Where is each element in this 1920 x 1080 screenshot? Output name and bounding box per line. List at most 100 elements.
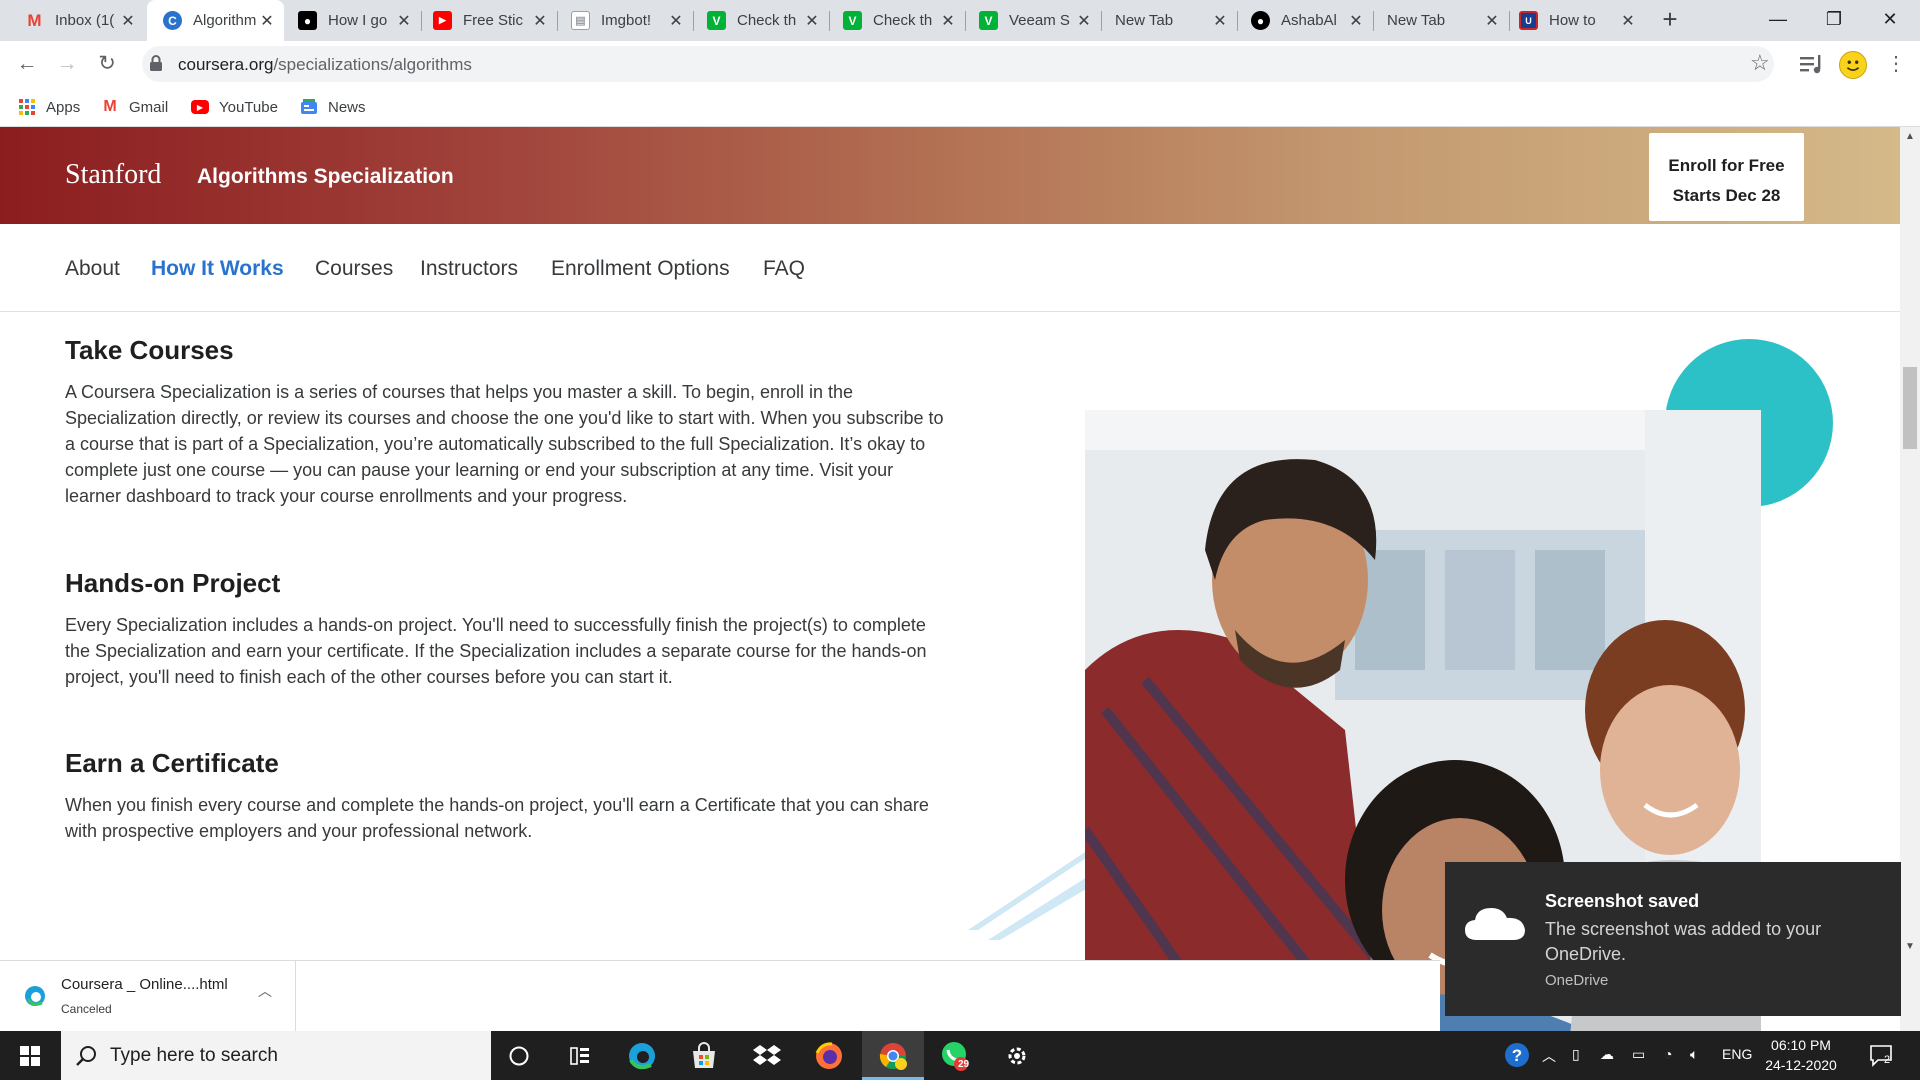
close-icon[interactable]: ✕ — [1619, 11, 1637, 31]
veeam-icon: V — [843, 11, 862, 30]
scroll-thumb[interactable] — [1903, 367, 1917, 449]
battery-icon[interactable]: ▭ — [1632, 1046, 1645, 1063]
section-body: Every Specialization includes a hands-on… — [65, 615, 927, 687]
close-icon[interactable]: ✕ — [803, 11, 821, 31]
cortana-icon[interactable] — [502, 1039, 536, 1073]
stanford-logo[interactable]: Stanford — [65, 159, 161, 191]
close-icon[interactable]: ✕ — [1347, 11, 1365, 31]
bookmark-news[interactable]: News — [300, 95, 366, 119]
chevron-up-icon[interactable]: ︿ — [258, 981, 272, 1001]
close-icon[interactable]: ✕ — [119, 11, 137, 31]
tab-veeam-3[interactable]: V Veeam S ✕ — [965, 0, 1101, 41]
tab-title: Veeam S — [1009, 12, 1070, 29]
bookmark-label: Apps — [46, 98, 81, 116]
enroll-label: Enroll for Free — [1668, 156, 1785, 175]
tab-veeam-2[interactable]: V Check th ✕ — [829, 0, 965, 41]
reload-button[interactable]: ↻ — [92, 49, 122, 79]
notification-center-icon[interactable]: 2 — [1868, 1042, 1894, 1071]
scroll-up-arrow[interactable]: ▲ — [1900, 131, 1920, 142]
language-indicator[interactable]: ENG — [1722, 1046, 1752, 1062]
chevron-up-tray-icon[interactable]: ︿ — [1542, 1046, 1556, 1066]
edge-browser-icon[interactable] — [625, 1039, 659, 1073]
apps-grid-icon — [18, 98, 36, 116]
download-item[interactable]: Coursera _ Online....html Canceled ︿ — [0, 961, 296, 1031]
tab-gmail-inbox[interactable]: M Inbox (1( ✕ — [0, 0, 145, 41]
new-tab-button[interactable]: + — [1656, 6, 1684, 34]
close-icon[interactable]: ✕ — [531, 11, 549, 31]
back-button[interactable]: ← — [12, 49, 42, 79]
tab-veeam-1[interactable]: V Check th ✕ — [693, 0, 829, 41]
decorative-stripes — [968, 850, 1098, 940]
url-host: coursera.org — [178, 55, 274, 74]
page-scrollbar[interactable]: ▲ ▼ — [1900, 127, 1920, 1031]
tab-imgbot[interactable]: ▤ Imgbot! ✕ — [557, 0, 693, 41]
close-icon[interactable]: ✕ — [939, 11, 957, 31]
bookmark-youtube[interactable]: ▶ YouTube — [191, 95, 278, 119]
whatsapp-badge: 29 — [958, 1059, 970, 1070]
start-date-label: Starts Dec 28 — [1672, 186, 1781, 205]
close-icon[interactable]: ✕ — [1483, 11, 1501, 31]
system-clock[interactable]: 06:10 PM 24-12-2020 — [1756, 1035, 1846, 1075]
url-text[interactable]: coursera.org/specializations/algorithms — [178, 55, 472, 75]
chrome-icon[interactable] — [876, 1039, 910, 1073]
taskbar-search-box[interactable]: Type here to search — [61, 1031, 491, 1080]
settings-gear-icon[interactable] — [1000, 1039, 1034, 1073]
forward-button[interactable]: → — [52, 49, 82, 79]
close-window-button[interactable]: ✕ — [1862, 0, 1918, 41]
bookmark-gmail[interactable]: M Gmail — [101, 95, 168, 119]
device-icon[interactable]: ▯ — [1572, 1046, 1580, 1063]
section-body: A Coursera Specialization is a series of… — [65, 382, 944, 506]
dropbox-icon[interactable] — [750, 1039, 784, 1073]
volume-icon[interactable]: 🔈︎ — [1690, 1046, 1698, 1063]
help-icon[interactable]: ? — [1504, 1042, 1530, 1071]
tab-title: Inbox (1( — [55, 12, 115, 29]
minimize-button[interactable]: — — [1750, 0, 1806, 41]
more-menu-icon[interactable]: ⋮ — [1886, 51, 1906, 77]
nav-about[interactable]: About — [65, 257, 120, 281]
lock-icon[interactable] — [149, 54, 163, 72]
close-icon[interactable]: ✕ — [667, 11, 685, 31]
close-icon[interactable]: ✕ — [395, 11, 413, 31]
restore-button[interactable]: ❐ — [1806, 0, 1862, 41]
nav-faq[interactable]: FAQ — [763, 257, 805, 281]
tab-new-1[interactable]: New Tab ✕ — [1101, 0, 1237, 41]
medium-icon: ● — [298, 11, 317, 30]
tab-new-2[interactable]: New Tab ✕ — [1373, 0, 1509, 41]
media-control-icon[interactable] — [1799, 53, 1825, 75]
bookmark-star-icon[interactable]: ☆ — [1750, 50, 1770, 76]
firefox-icon[interactable] — [812, 1039, 846, 1073]
tab-title: Check th — [737, 12, 797, 29]
whatsapp-icon[interactable]: 29 — [938, 1039, 972, 1073]
section-heading: Hands-on Project — [65, 568, 281, 598]
bookmark-apps[interactable]: Apps — [18, 95, 80, 119]
nav-instructors[interactable]: Instructors — [420, 257, 518, 281]
tab-title: New Tab — [1115, 12, 1174, 29]
tab-youtube[interactable]: ▶ Free Stic ✕ — [421, 0, 557, 41]
wifi-icon[interactable]: ◔ — [1664, 1046, 1672, 1062]
task-view-icon[interactable] — [563, 1039, 597, 1073]
close-icon[interactable]: ✕ — [1075, 11, 1093, 31]
tab-github[interactable]: ● AshabAl ✕ — [1237, 0, 1373, 41]
bookmark-label: Gmail — [129, 98, 169, 116]
tab-how-to[interactable]: U How to ✕ — [1509, 0, 1645, 41]
scroll-down-arrow[interactable]: ▼ — [1900, 941, 1920, 952]
browser-toolbar: ← → ↻ coursera.org/specializations/algor… — [0, 41, 1920, 87]
onedrive-notification[interactable]: Screenshot saved The screenshot was adde… — [1445, 862, 1901, 1016]
profile-avatar[interactable] — [1839, 51, 1867, 79]
nav-courses[interactable]: Courses — [315, 257, 393, 281]
close-icon[interactable]: ✕ — [258, 11, 276, 31]
nav-how-it-works[interactable]: How It Works — [151, 257, 284, 281]
url-path: /specializations/algorithms — [273, 55, 472, 74]
tab-medium[interactable]: ● How I go ✕ — [284, 0, 421, 41]
nav-enrollment-options[interactable]: Enrollment Options — [551, 257, 730, 281]
enroll-button[interactable]: Enroll for Free Starts Dec 28 — [1649, 133, 1804, 221]
download-status: Canceled — [61, 1002, 112, 1016]
microsoft-store-icon[interactable] — [687, 1039, 721, 1073]
onedrive-tray-icon[interactable]: ☁ — [1600, 1046, 1614, 1063]
tab-algorithms[interactable]: C Algorithm ✕ — [147, 0, 284, 41]
svg-text:?: ? — [1512, 1046, 1522, 1065]
coursera-icon: C — [163, 11, 182, 30]
windows-start-icon[interactable] — [10, 1043, 50, 1069]
close-icon[interactable]: ✕ — [1211, 11, 1229, 31]
section-heading: Take Courses — [65, 335, 234, 365]
